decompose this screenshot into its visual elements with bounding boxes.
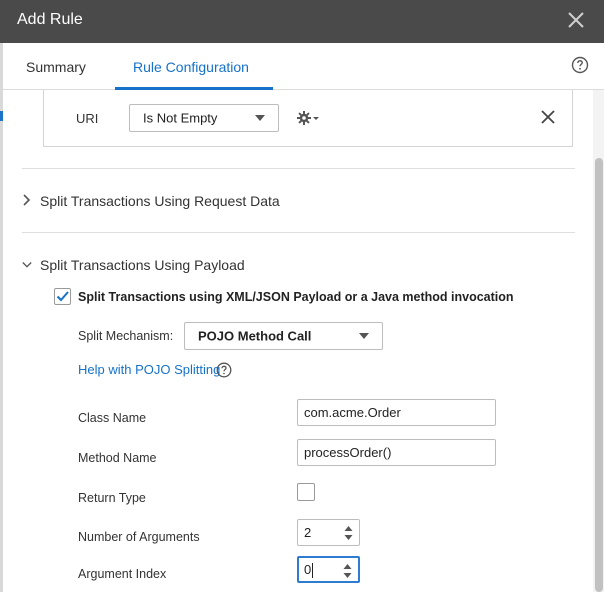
left-edge-strip — [0, 43, 3, 592]
method-name-label: Method Name — [78, 451, 157, 465]
method-name-input[interactable]: processOrder() — [297, 439, 496, 466]
num-arguments-label: Number of Arguments — [78, 530, 200, 544]
close-icon[interactable] — [567, 11, 585, 29]
section-request-data-header[interactable]: Split Transactions Using Request Data — [22, 193, 280, 209]
checkmark-icon — [56, 291, 69, 302]
text-cursor — [312, 563, 314, 579]
split-mechanism-label: Split Mechanism: — [78, 329, 174, 343]
gear-icon[interactable] — [296, 110, 320, 126]
chevron-down-icon — [255, 115, 265, 121]
pojo-help-link[interactable]: Help with POJO Splitting — [78, 362, 220, 377]
return-type-label: Return Type — [78, 491, 146, 505]
split-mechanism-value: POJO Method Call — [198, 328, 312, 344]
split-payload-checkbox[interactable] — [54, 288, 71, 305]
argument-index-stepper[interactable]: 0 — [297, 556, 360, 583]
tab-rule-configuration[interactable]: Rule Configuration — [133, 59, 249, 75]
divider — [22, 168, 575, 169]
chevron-down-icon — [22, 262, 32, 268]
return-type-checkbox[interactable] — [297, 483, 315, 501]
dialog-titlebar: Add Rule — [0, 0, 604, 43]
uri-operator-select[interactable]: Is Not Empty — [129, 104, 279, 132]
divider — [22, 232, 575, 233]
help-icon[interactable] — [216, 362, 232, 378]
split-mechanism-select[interactable]: POJO Method Call — [184, 322, 383, 350]
split-payload-label: Split Transactions using XML/JSON Payloa… — [78, 290, 514, 304]
argument-index-value: 0 — [304, 562, 312, 577]
left-edge-marker — [0, 111, 3, 121]
uri-condition-row: URI Is Not Empty — [43, 90, 573, 147]
stepper-arrows-icon[interactable] — [344, 524, 353, 542]
uri-label: URI — [76, 111, 99, 126]
section-payload-title: Split Transactions Using Payload — [40, 257, 245, 273]
remove-condition-icon[interactable] — [541, 110, 555, 124]
stepper-arrows-icon[interactable] — [343, 562, 352, 580]
class-name-input[interactable]: com.acme.Order — [297, 399, 496, 426]
uri-operator-value: Is Not Empty — [143, 110, 218, 126]
dialog-title: Add Rule — [17, 11, 83, 28]
section-request-data-title: Split Transactions Using Request Data — [40, 193, 280, 209]
num-arguments-value: 2 — [304, 525, 312, 540]
num-arguments-stepper[interactable]: 2 — [297, 519, 360, 546]
tab-summary[interactable]: Summary — [26, 59, 86, 75]
chevron-down-icon — [359, 333, 369, 339]
tab-bar: Summary Rule Configuration — [3, 43, 604, 90]
argument-index-label: Argument Index — [78, 567, 167, 581]
chevron-right-icon — [23, 194, 31, 206]
section-payload-header[interactable]: Split Transactions Using Payload — [22, 257, 245, 273]
class-name-label: Class Name — [78, 411, 147, 425]
help-icon[interactable] — [571, 56, 589, 74]
scrollbar-thumb[interactable] — [595, 158, 603, 592]
